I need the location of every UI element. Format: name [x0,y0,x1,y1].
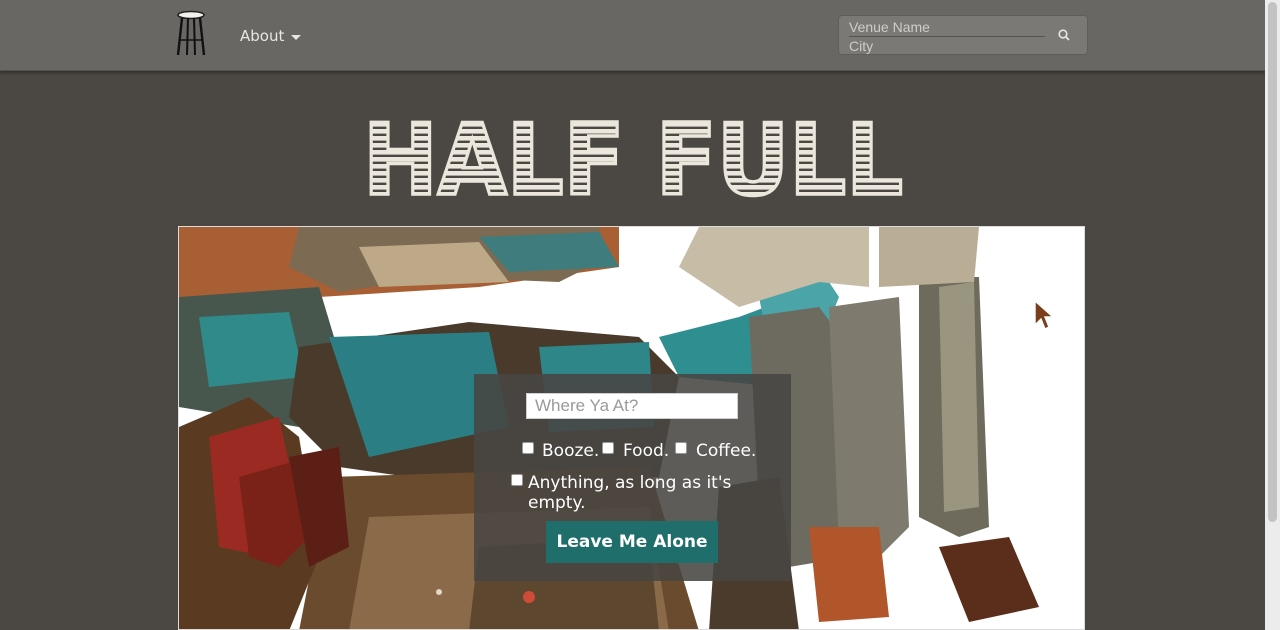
page-title: HALF FULL [361,108,905,200]
scrollbar-thumb[interactable] [1268,2,1277,522]
navbar: About [0,0,1265,71]
scrollbar[interactable] [1265,0,1280,630]
bar-stool-icon[interactable] [174,10,208,58]
food-checkbox[interactable] [602,442,614,454]
city-input[interactable] [849,38,1045,54]
anything-checkbox[interactable] [511,474,523,486]
booze-label: Booze. [542,441,600,461]
coffee-checkbox[interactable] [675,442,687,454]
anything-label: Anything, as long as it's empty. [528,473,732,513]
booze-checkbox[interactable] [522,442,534,454]
coffee-label: Coffee. [696,441,757,461]
search-panel: Booze. Food. Coffee. Anything, as long a… [474,374,791,581]
search-icon[interactable] [1057,28,1071,42]
leave-me-alone-button[interactable]: Leave Me Alone [546,521,718,563]
mouse-cursor-icon [1034,299,1055,330]
about-menu[interactable]: About [240,27,302,45]
page-title-text: HALF FULL [363,108,903,200]
hero-image: Booze. Food. Coffee. Anything, as long a… [178,226,1085,630]
venue-name-input[interactable] [849,18,1045,37]
hero-title-wrapper: HALF FULL [0,108,1265,200]
location-input[interactable] [526,393,738,419]
chevron-down-icon [291,34,302,40]
food-label: Food. [623,441,670,461]
venue-search-form [838,15,1088,55]
about-label: About [240,27,285,45]
